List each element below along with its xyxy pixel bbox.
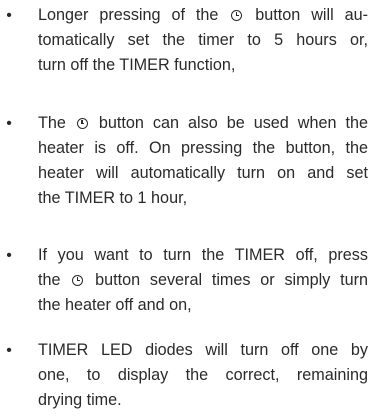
text-fragment: Longer pressing of the (38, 6, 219, 24)
text-line: the button several times or simply turn (38, 268, 368, 293)
bullet: • (6, 7, 12, 24)
text-fragment: the (38, 271, 61, 289)
list-item-text: If you want to turn the TIMER off, press… (38, 243, 368, 318)
text-line: heater is off. On pressing the button, t… (38, 139, 368, 157)
bullet: • (6, 115, 12, 132)
text-fragment: button can also be used when the (98, 114, 368, 132)
text-fragment: button several times or simply turn (95, 271, 368, 289)
text-line: Longer pressing of the button will au- (38, 3, 368, 28)
clock-icon (72, 275, 84, 286)
bullet: • (6, 247, 12, 264)
text-line: one, to display the correct, remaining (38, 366, 368, 384)
list-item-text: TIMER LED diodes will turn off one by on… (38, 338, 368, 413)
text-line: tomatically set the timer to 5 hours or, (38, 31, 368, 49)
text-fragment: button will au- (255, 6, 369, 24)
clock-icon (76, 118, 88, 129)
clock-icon (231, 10, 243, 21)
list-item-text: Longer pressing of the button will au- t… (38, 3, 368, 78)
list-item-text: The button can also be used when the hea… (38, 111, 368, 211)
text-line: turn off the TIMER function, (38, 56, 236, 74)
text-line: the TIMER to 1 hour, (38, 189, 188, 207)
text-fragment: The (38, 114, 66, 132)
text-line: TIMER LED diodes will turn off one by (38, 341, 368, 359)
bullet: • (6, 342, 12, 359)
text-line: the heater off and on, (38, 296, 192, 314)
text-line: heater will automatically turn on and se… (38, 164, 368, 182)
text-line: drying time. (38, 391, 122, 409)
text-line: If you want to turn the TIMER off, press (38, 246, 368, 264)
text-line: The button can also be used when the (38, 111, 368, 136)
